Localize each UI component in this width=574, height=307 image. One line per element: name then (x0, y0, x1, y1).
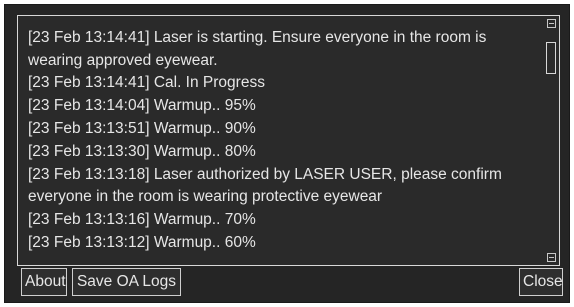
about-button[interactable]: About (21, 268, 67, 296)
log-line: [23 Feb 13:14:41] Laser is starting. Ens… (28, 28, 487, 69)
log-line: [23 Feb 13:13:30] Warmup.. 80% (28, 142, 256, 160)
log-line: [23 Feb 13:14:04] Warmup.. 95% (28, 97, 256, 115)
log-list: [23 Feb 13:14:41] Laser is starting. Ens… (28, 16, 544, 255)
scroll-down-arrow-icon[interactable] (547, 253, 556, 262)
scrollbar-thumb[interactable] (546, 42, 556, 74)
log-panel[interactable]: [23 Feb 13:14:41] Laser is starting. Ens… (17, 15, 560, 266)
save-oa-logs-button[interactable]: Save OA Logs (72, 268, 181, 296)
log-line: [23 Feb 13:13:18] Laser authorized by LA… (28, 165, 502, 206)
vertical-scrollbar[interactable] (546, 17, 558, 264)
oa-log-dialog: [23 Feb 13:14:41] Laser is starting. Ens… (4, 4, 570, 303)
close-button[interactable]: Close (519, 268, 563, 296)
log-line: [23 Feb 13:13:51] Warmup.. 90% (28, 119, 256, 137)
log-line: [23 Feb 13:13:16] Warmup.. 70% (28, 211, 256, 229)
log-line: [23 Feb 13:14:41] Cal. In Progress (28, 74, 265, 92)
log-line: [23 Feb 13:13:12] Warmup.. 60% (28, 233, 256, 251)
scroll-up-arrow-icon[interactable] (547, 19, 556, 28)
